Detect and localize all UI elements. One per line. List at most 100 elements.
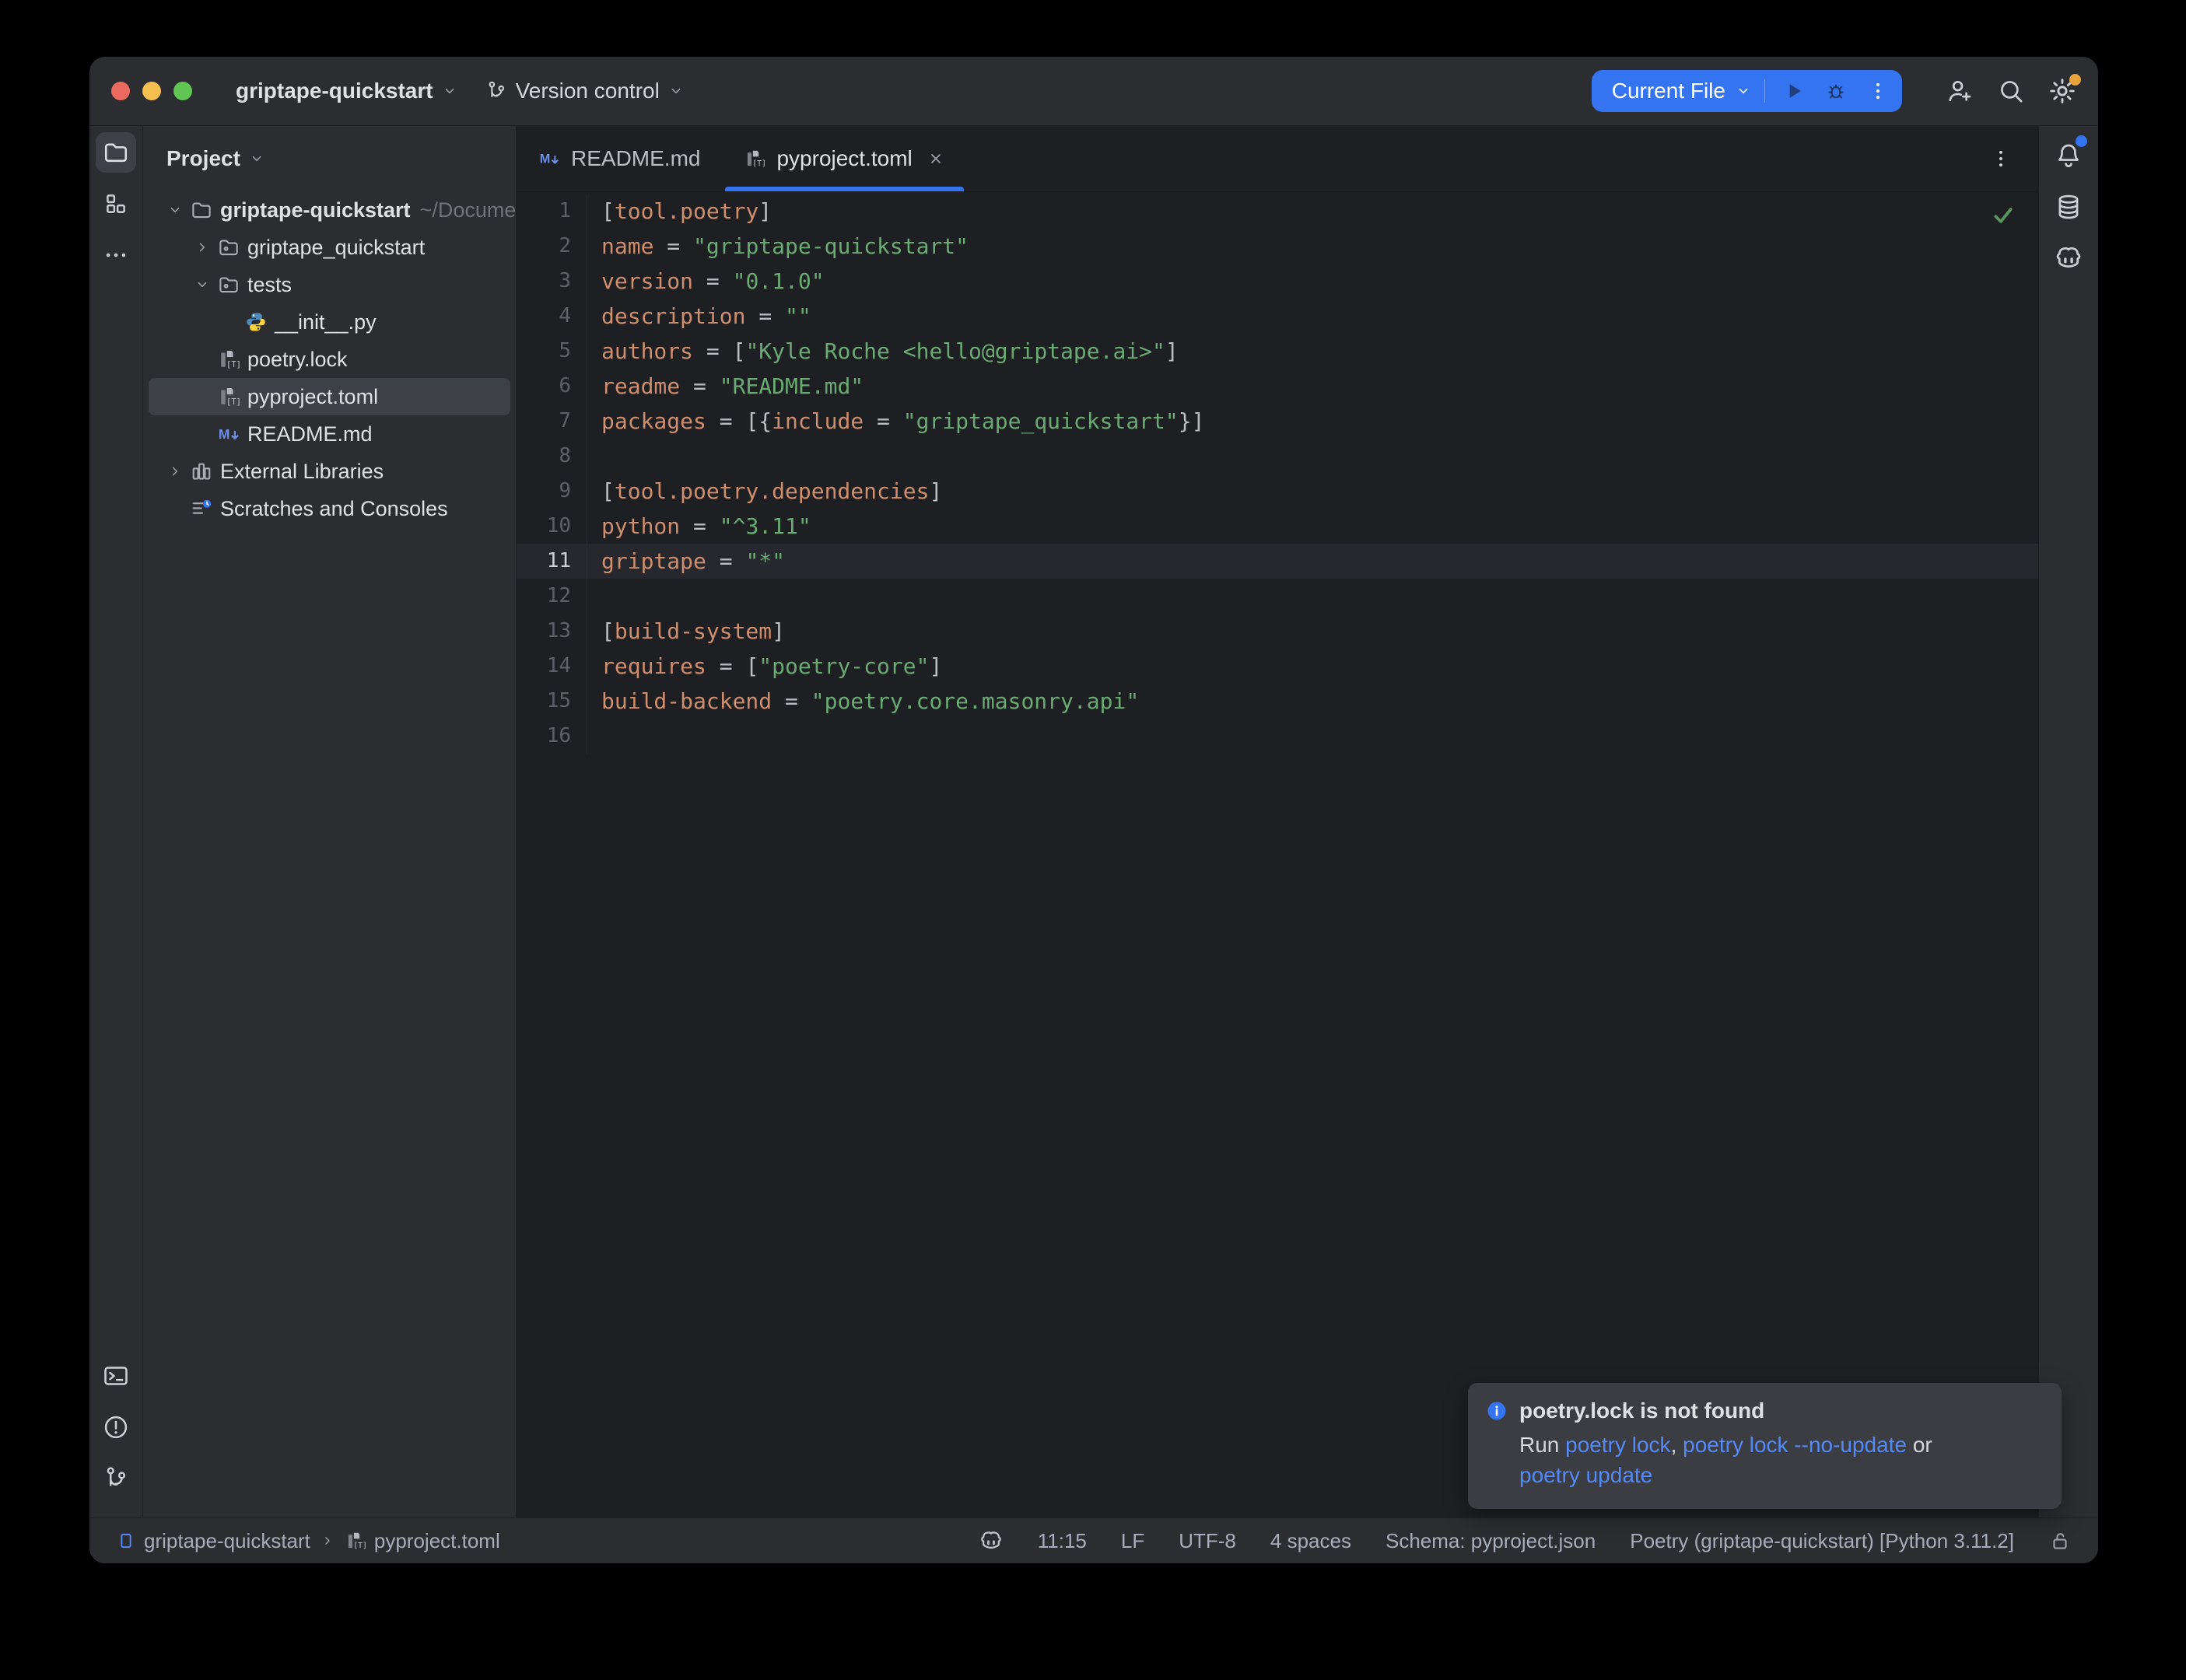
chevron-right-icon	[320, 1533, 335, 1549]
more-tool-windows-button[interactable]	[96, 235, 136, 275]
line-number: 6	[517, 369, 587, 404]
status-item-schema-pyproject-json[interactable]: Schema: pyproject.json	[1386, 1529, 1596, 1553]
minimize-window-button[interactable]	[142, 82, 161, 100]
status-item-poetry-griptape-quicksta[interactable]: Poetry (griptape-quickstart) [Python 3.1…	[1630, 1529, 2014, 1553]
tree-item-tests[interactable]: tests	[149, 266, 510, 303]
desktop: griptape-quickstart Version control Curr…	[0, 0, 2186, 1680]
editor-area: MREADME.md[T]pyproject.toml 1[tool.poetr…	[517, 126, 2038, 1517]
copilot-icon[interactable]	[979, 1528, 1004, 1553]
code-line-5[interactable]: 5authors = ["Kyle Roche <hello@griptape.…	[517, 334, 2038, 369]
database-tool-button[interactable]	[2048, 187, 2089, 227]
terminal-tool-button[interactable]	[96, 1356, 136, 1396]
line-number: 3	[517, 264, 587, 299]
ide-window: griptape-quickstart Version control Curr…	[89, 57, 2098, 1563]
tree-item-path: ~/Docume	[420, 198, 517, 222]
code-line-7[interactable]: 7packages = [{include = "griptape_quicks…	[517, 404, 2038, 439]
breadcrumb-project[interactable]: griptape-quickstart	[116, 1529, 310, 1553]
status-item-lf[interactable]: LF	[1121, 1529, 1144, 1553]
code-line-14[interactable]: 14requires = ["poetry-core"]	[517, 649, 2038, 684]
tree-item-griptape-quickstart[interactable]: griptape-quickstart~/Docume	[149, 191, 510, 229]
terminal-icon	[102, 1362, 130, 1390]
project-selector[interactable]: griptape-quickstart	[236, 79, 458, 103]
chevron-right-icon[interactable]	[189, 239, 215, 256]
chevron-right-icon[interactable]	[162, 463, 187, 480]
problems-icon	[102, 1413, 130, 1441]
zoom-window-button[interactable]	[173, 82, 192, 100]
code-line-8[interactable]: 8	[517, 439, 2038, 474]
line-content	[587, 439, 601, 474]
structure-icon	[103, 191, 129, 217]
project-tool-button[interactable]	[96, 132, 136, 173]
tree-item-label: External Libraries	[220, 460, 384, 484]
tree-item-poetry-lock[interactable]: [T]poetry.lock	[149, 341, 510, 378]
close-icon[interactable]	[927, 149, 945, 168]
package-icon	[215, 273, 243, 296]
ai-assistant-icon	[2054, 243, 2083, 273]
notification-popup[interactable]: poetry.lock is not found Run poetry lock…	[1468, 1383, 2062, 1509]
code-line-11[interactable]: 11griptape = "*"	[517, 544, 2038, 579]
ai-assistant-tool-button[interactable]	[2048, 238, 2089, 278]
code-line-6[interactable]: 6readme = "README.md"	[517, 369, 2038, 404]
settings-button[interactable]	[2044, 72, 2081, 110]
status-item-4-spaces[interactable]: 4 spaces	[1270, 1529, 1351, 1553]
notifications-tool-button[interactable]	[2048, 135, 2089, 176]
notification-link[interactable]: poetry lock --no-update	[1683, 1433, 1907, 1457]
more-run-options-button[interactable]	[1862, 75, 1894, 107]
debug-button[interactable]	[1820, 75, 1852, 107]
code-line-13[interactable]: 13[build-system]	[517, 614, 2038, 649]
title-bar: griptape-quickstart Version control Curr…	[89, 57, 2098, 126]
status-bar: griptape-quickstart [T] pyproject.toml 1…	[89, 1517, 2098, 1563]
tree-item-scratches-and-consoles[interactable]: Scratches and Consoles	[149, 490, 510, 527]
project-panel-header[interactable]: Project	[143, 126, 516, 191]
breadcrumb-file[interactable]: [T] pyproject.toml	[345, 1529, 500, 1553]
chevron-down-icon[interactable]	[162, 201, 187, 219]
scratches-icon	[187, 497, 215, 520]
tree-item-griptape-quickstart[interactable]: griptape_quickstart	[149, 229, 510, 266]
run-button[interactable]	[1778, 75, 1810, 107]
structure-tool-button[interactable]	[96, 184, 136, 224]
code-line-15[interactable]: 15build-backend = "poetry.core.masonry.a…	[517, 684, 2038, 719]
line-content: description = ""	[587, 299, 811, 334]
code-line-16[interactable]: 16	[517, 719, 2038, 754]
code-line-10[interactable]: 10python = "^3.11"	[517, 509, 2038, 544]
code-line-9[interactable]: 9[tool.poetry.dependencies]	[517, 474, 2038, 509]
tree-item-readme-md[interactable]: MREADME.md	[149, 415, 510, 453]
tree-item-label: poetry.lock	[247, 348, 348, 372]
chevron-down-icon[interactable]	[1735, 82, 1752, 100]
line-number: 8	[517, 439, 587, 474]
version-control-tool-button[interactable]	[96, 1458, 136, 1499]
status-widgets: 11:15 LF UTF-8 4 spaces Schema: pyproject.js…	[979, 1528, 2072, 1553]
add-user-button[interactable]	[1941, 72, 1978, 110]
tab-pyproject-toml[interactable]: [T]pyproject.toml	[722, 126, 966, 191]
database-icon	[2054, 192, 2083, 222]
notification-link[interactable]: poetry lock	[1565, 1433, 1670, 1457]
code-line-12[interactable]: 12	[517, 579, 2038, 614]
line-content: [tool.poetry.dependencies]	[587, 474, 942, 509]
tab-options-kebab-icon[interactable]	[1984, 142, 2018, 176]
inspections-ok-icon[interactable]	[1990, 201, 2016, 228]
line-number: 14	[517, 649, 587, 684]
tree-item-external-libraries[interactable]: External Libraries	[149, 453, 510, 490]
vcs-widget[interactable]: Version control	[485, 79, 685, 103]
unlock-icon[interactable]	[2048, 1529, 2072, 1552]
run-config-selector[interactable]: Current File	[1612, 79, 1725, 103]
chevron-down-icon	[248, 150, 265, 167]
notification-text: or	[1907, 1433, 1932, 1457]
notification-link[interactable]: poetry update	[1519, 1463, 1652, 1487]
editor[interactable]: 1[tool.poetry]2name = "griptape-quicksta…	[517, 192, 2038, 1517]
settings-update-badge	[2069, 74, 2081, 86]
code-line-2[interactable]: 2name = "griptape-quickstart"	[517, 229, 2038, 264]
close-window-button[interactable]	[111, 82, 130, 100]
problems-tool-button[interactable]	[96, 1407, 136, 1447]
tree-item-pyproject-toml[interactable]: [T]pyproject.toml	[149, 378, 510, 415]
code-line-4[interactable]: 4description = ""	[517, 299, 2038, 334]
code-line-1[interactable]: 1[tool.poetry]	[517, 194, 2038, 229]
status-item-11-15[interactable]: 11:15	[1038, 1529, 1087, 1553]
tab-readme-md[interactable]: MREADME.md	[517, 126, 722, 191]
tree-item--init-py[interactable]: __init__.py	[149, 303, 510, 341]
status-item-utf-8[interactable]: UTF-8	[1179, 1529, 1236, 1553]
search-everywhere-button[interactable]	[1992, 72, 2030, 110]
code-line-3[interactable]: 3version = "0.1.0"	[517, 264, 2038, 299]
line-number: 10	[517, 509, 587, 544]
chevron-down-icon[interactable]	[189, 276, 215, 293]
